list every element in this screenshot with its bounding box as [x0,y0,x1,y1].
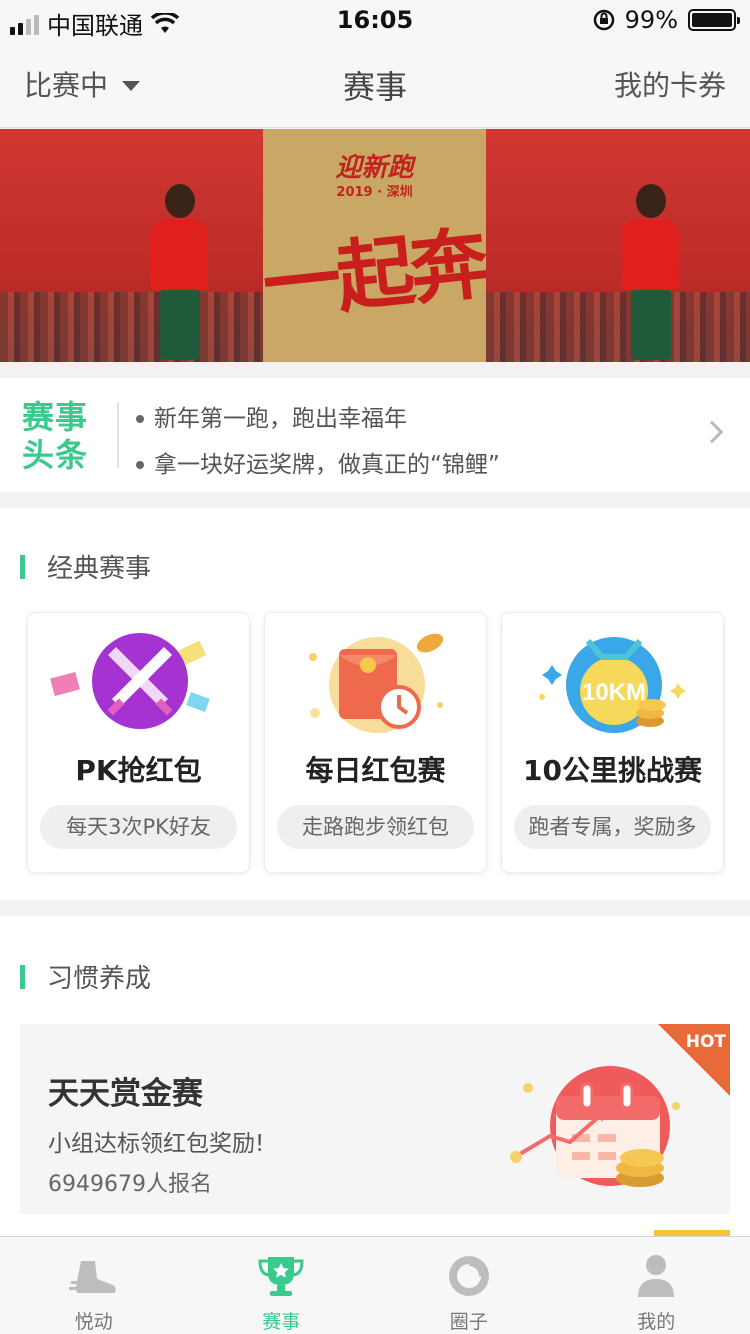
person-icon [638,1255,675,1297]
bullet-icon [136,415,144,423]
banner-year: 2019 · 深圳 [336,185,413,200]
bullet-icon [136,461,144,469]
tab-label: 赛事 [262,1311,301,1333]
classic-events-section: 经典赛事 PK抢红包 每天3次PK好友 每日红包赛 走路跑步领红包 10KM 1… [0,508,750,900]
card-subtitle: 每天3次PK好友 [40,805,237,849]
headline-item[interactable]: 拿一块好运奖牌，做真正的“锦鲤” [136,442,500,488]
medal-10km-icon: 10KM [539,637,686,733]
headline-item[interactable]: 新年第一跑，跑出幸福年 [136,396,500,442]
bounty-race-card[interactable]: 天天赏金赛 小组达标领红包奖励! 6949679人报名 HOT [20,1024,730,1214]
headlines-list: 新年第一跑，跑出幸福年 拿一块好运奖牌，做真正的“锦鲤” [136,396,500,488]
rotation-lock-icon [593,9,614,31]
medal-text: 10KM [582,679,646,706]
tab-label: 圈子 [449,1311,488,1333]
my-coupons-link[interactable]: 我的卡券 [614,64,726,104]
crossed-swords-icon [50,633,210,729]
banner-slogan-panel: 迎新跑 2019 · 深圳 一起奔! [258,129,519,362]
runner-figure [150,184,210,362]
tab-label: 我的 [637,1311,676,1333]
event-card-pk[interactable]: PK抢红包 每天3次PK好友 [27,612,250,873]
signup-count: 6949679人报名 [48,1172,212,1197]
promo-banner[interactable]: 迎新跑 2019 · 深圳 一起奔! [0,129,750,362]
section-accent-bar [20,964,25,989]
headlines-logo-line2: 头条 [22,436,89,474]
divider [117,402,119,468]
runner-figure [621,184,681,362]
tab-label: 悦动 [74,1311,113,1333]
card-title: PK抢红包 [75,754,202,787]
hot-label: HOT [685,1032,726,1052]
card-title: 10公里挑战赛 [523,754,702,787]
banner-photo-right [486,129,750,362]
circle-icon [448,1256,489,1296]
crowd-image [486,292,750,362]
event-card-10km[interactable]: 10KM 10公里挑战赛 跑者专属，奖励多 [501,612,724,873]
card-description: 小组达标领红包奖励! [48,1131,265,1157]
section-accent-bar [20,554,25,579]
headlines-logo-line1: 赛事 [22,398,89,436]
section-title: 习惯养成 [47,964,152,994]
card-title: 每日红包赛 [305,754,446,787]
headline-text: 新年第一跑，跑出幸福年 [154,406,407,432]
headline-text: 拿一块好运奖牌，做真正的“锦鲤” [154,452,500,478]
card-subtitle: 走路跑步领红包 [277,805,474,849]
trophy-icon [258,1257,304,1296]
tab-bar: 悦动 赛事 圈子 我的 [0,1236,750,1334]
status-right: 99% [593,6,740,34]
tab-events[interactable]: 赛事 [188,1237,376,1334]
crowd-image [0,292,263,362]
card-title: 天天赏金赛 [48,1076,203,1112]
tab-yuedong[interactable]: 悦动 [0,1237,188,1334]
event-cards: PK抢红包 每天3次PK好友 每日红包赛 走路跑步领红包 10KM 10公里挑战… [27,612,724,873]
headlines-logo: 赛事 头条 [22,398,102,474]
card-subtitle: 跑者专属，奖励多 [514,805,711,849]
status-bar: 中国联通 16:05 99% [0,0,750,40]
hot-badge: HOT [658,1024,730,1096]
event-card-daily[interactable]: 每日红包赛 走路跑步领红包 [264,612,487,873]
section-title: 经典赛事 [47,554,152,584]
nav-bar: 比赛中 赛事 我的卡券 [0,40,750,128]
tab-mine[interactable]: 我的 [563,1237,750,1334]
shoe-icon [68,1261,116,1293]
battery-percent: 99% [624,6,678,34]
red-envelope-icon [309,633,444,733]
habit-section: 习惯养成 天天赏金赛 小组达标领红包奖励! 6949679人报名 HOT [0,916,750,1236]
section-header: 经典赛事 [20,548,151,585]
banner-logo: 迎新跑 [335,153,414,183]
headlines-card[interactable]: 赛事 头条 新年第一跑，跑出幸福年 拿一块好运奖牌，做真正的“锦鲤” [0,378,750,492]
battery-icon [688,9,740,31]
tab-circles[interactable]: 圈子 [375,1237,563,1334]
section-header: 习惯养成 [20,958,151,995]
chevron-right-icon[interactable] [700,420,724,444]
